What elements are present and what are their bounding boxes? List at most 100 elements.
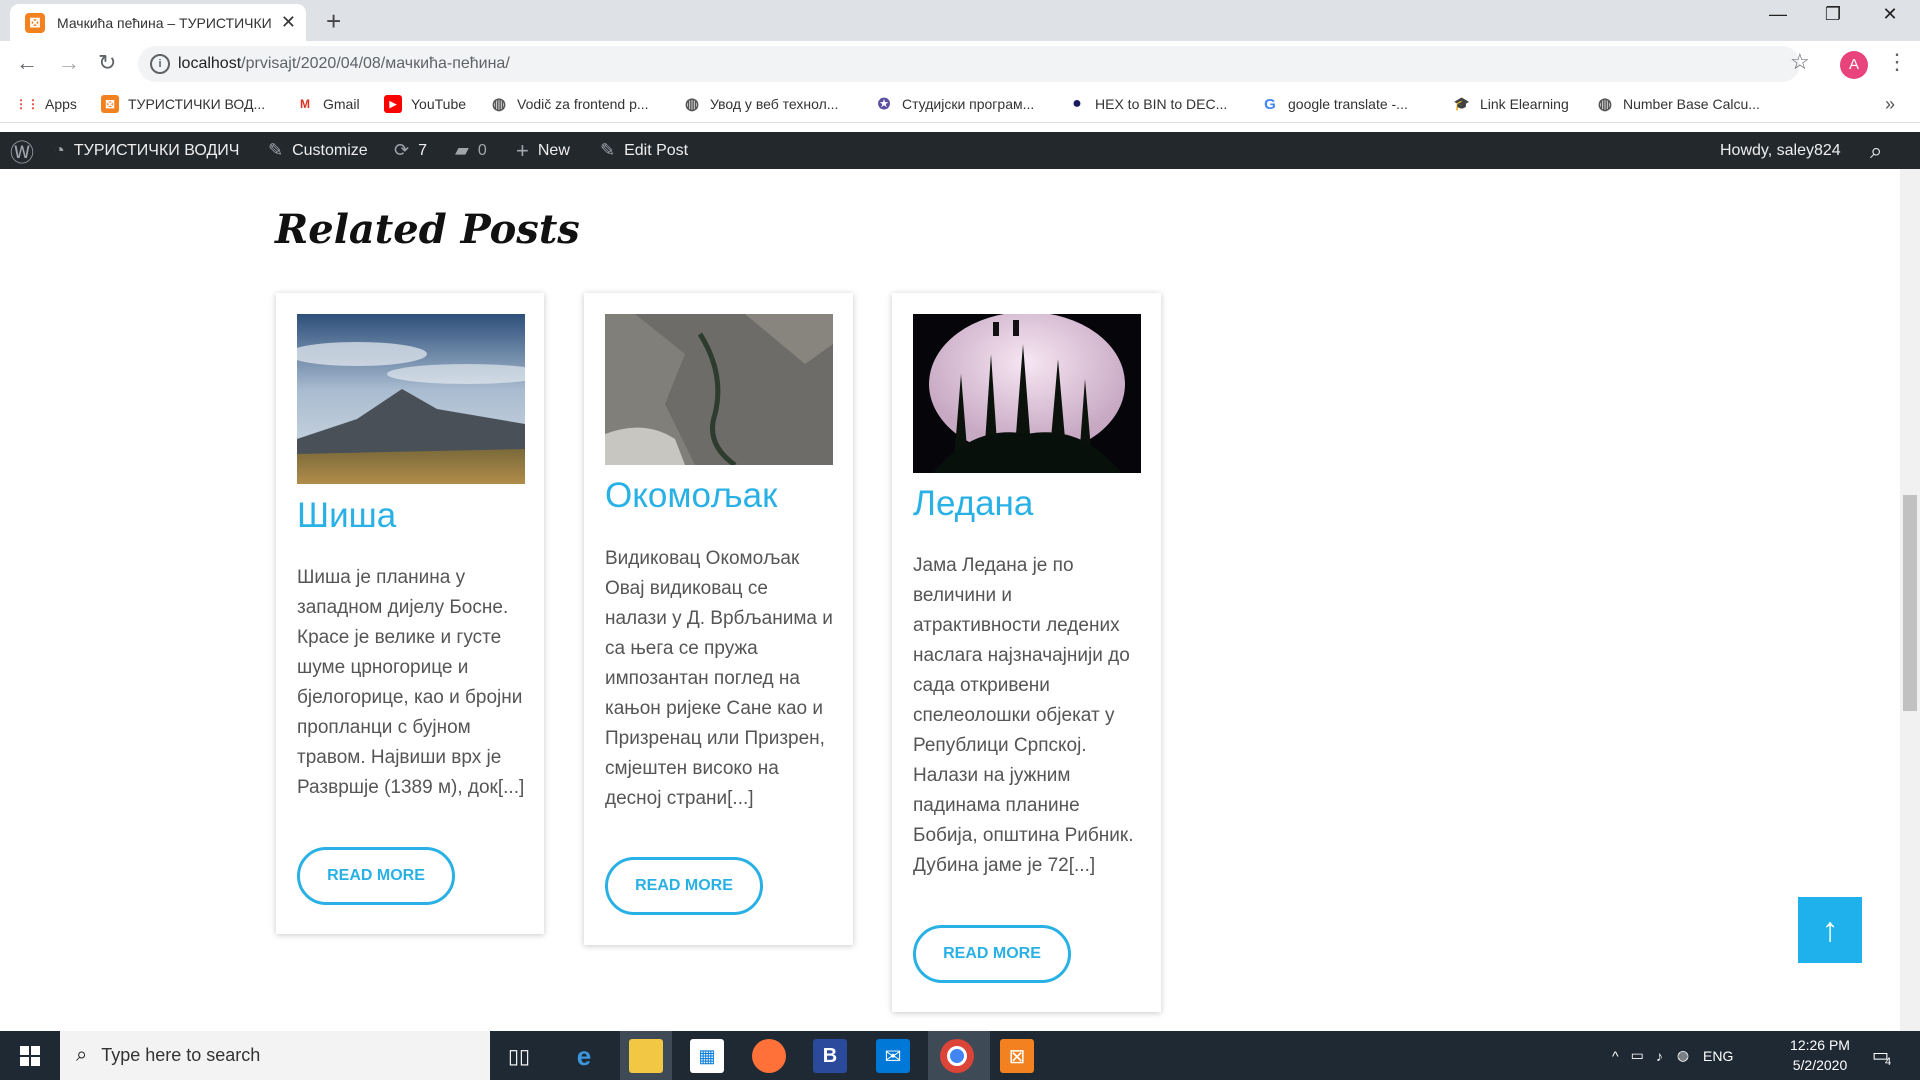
action-center-button[interactable]: ▭ 4	[1872, 1031, 1891, 1080]
site-name-link[interactable]: ◔ ТУРИСТИЧКИ ВОДИЧ	[54, 132, 239, 169]
tab-close-icon[interactable]: ✕	[281, 12, 296, 33]
network-icon[interactable]: ◍	[1677, 1047, 1689, 1064]
bookmark-label: Link Elearning	[1480, 96, 1569, 112]
bookmark-link-elearning[interactable]: 🎓 Link Elearning	[1453, 95, 1569, 113]
language-indicator[interactable]: ENG	[1703, 1048, 1733, 1064]
bookmark-studijski[interactable]: ✪ Студијски програм...	[875, 95, 1035, 113]
reload-button[interactable]: ↻	[98, 50, 116, 76]
window-close-button[interactable]: ✕	[1870, 4, 1910, 25]
updates-link[interactable]: ⟳ 7	[394, 132, 427, 169]
gmail-icon: M	[300, 97, 310, 111]
post-thumbnail-okomoljak[interactable]	[605, 314, 833, 465]
bookmark-number-base[interactable]: ◍ Number Base Calcu...	[1596, 95, 1760, 113]
plus-icon: +	[516, 137, 529, 163]
new-content-link[interactable]: + New	[516, 132, 570, 169]
globe-icon: ◍	[492, 96, 506, 113]
hex-icon: ●	[1072, 95, 1082, 112]
post-card: Ледана Јама Ледана је по величини и атра…	[892, 293, 1161, 1012]
my-account-link[interactable]: Howdy, saley824	[1720, 132, 1841, 169]
taskbar-clock[interactable]: 12:26 PM 5/2/2020	[1775, 1035, 1865, 1075]
pencil-icon: ✎	[600, 140, 616, 160]
post-title-link[interactable]: Окомољак	[605, 476, 777, 516]
bookmark-label: Number Base Calcu...	[1623, 96, 1760, 112]
battery-icon[interactable]: ▭	[1631, 1047, 1644, 1064]
comments-link[interactable]: ▰ 0	[455, 132, 487, 169]
chrome-icon[interactable]	[940, 1039, 974, 1073]
edge-icon[interactable]: e	[567, 1039, 601, 1073]
site-info-icon[interactable]: i	[150, 54, 170, 74]
tab-title: Мачкића пећина – ТУРИСТИЧКИ	[57, 14, 272, 31]
bookmark-youtube[interactable]: ▶ YouTube	[384, 95, 466, 113]
customize-label: Customize	[292, 141, 368, 159]
xampp-icon: ⊠	[25, 12, 45, 33]
youtube-icon: ▶	[384, 95, 402, 113]
bookmark-uvod[interactable]: ◍ Увод у веб технол...	[683, 95, 838, 113]
task-view-icon[interactable]: ▯▯	[502, 1039, 536, 1073]
post-card: Окомољак Видиковац Окомољак Овај видиков…	[584, 293, 853, 945]
xampp-icon: ⊠	[101, 95, 119, 113]
edit-post-link[interactable]: ✎ Edit Post	[600, 132, 688, 169]
wordpress-icon: Ⓦ	[10, 140, 34, 167]
bookmark-apps[interactable]: ⋮⋮ Apps	[15, 95, 77, 113]
store-icon[interactable]: ▦	[690, 1039, 724, 1073]
maximize-button[interactable]: ❐	[1813, 4, 1853, 25]
wp-logo-button[interactable]: Ⓦ	[10, 132, 43, 169]
read-more-button[interactable]: READ MORE	[605, 857, 763, 915]
updates-count: 7	[418, 141, 427, 159]
back-button[interactable]: ←	[16, 50, 38, 76]
search-icon: ⌕	[1870, 137, 1883, 163]
bookmark-label: Apps	[45, 96, 77, 112]
windows-logo-icon	[20, 1045, 40, 1066]
post-thumbnail-shisha[interactable]	[297, 314, 525, 484]
bookmark-turisticki[interactable]: ⊠ ТУРИСТИЧКИ ВОД...	[101, 95, 265, 113]
browser-menu-icon[interactable]: ⋮	[1886, 49, 1908, 75]
firefox-icon[interactable]	[752, 1039, 786, 1073]
post-thumbnail-ledana[interactable]	[913, 314, 1141, 473]
read-more-button[interactable]: READ MORE	[913, 925, 1071, 983]
new-tab-button[interactable]: +	[326, 6, 341, 37]
scrollbar-thumb[interactable]	[1903, 495, 1917, 711]
start-button[interactable]	[0, 1031, 60, 1080]
edit-post-label: Edit Post	[624, 141, 689, 159]
profile-avatar[interactable]: A	[1840, 51, 1868, 79]
bookmark-gmail[interactable]: M Gmail	[296, 95, 360, 113]
b-app-icon[interactable]: B	[813, 1039, 847, 1073]
bookmark-label: Gmail	[323, 96, 360, 112]
globe-icon: ◍	[1598, 96, 1612, 113]
tray-caret-icon[interactable]: ^	[1612, 1048, 1619, 1064]
customize-link[interactable]: ✎ Customize	[268, 132, 368, 169]
xampp-taskbar-icon[interactable]: ⊠	[1000, 1039, 1034, 1073]
bookmark-vodic[interactable]: ◍ Vodič za frontend p...	[490, 95, 649, 113]
google-icon: G	[1264, 95, 1276, 113]
updates-icon: ⟳	[394, 140, 410, 160]
post-excerpt: Јама Ледана је по величини и атрактивнос…	[913, 555, 1134, 876]
taskbar-search-box[interactable]: ⌕ Type here to search	[60, 1031, 490, 1080]
admin-search-button[interactable]: ⌕	[1870, 132, 1891, 169]
bookmark-hex[interactable]: ● HEX to BIN to DEC...	[1068, 95, 1227, 113]
related-posts-heading: Related Posts	[275, 206, 580, 253]
bookmarks-overflow-icon[interactable]: »	[1885, 94, 1895, 115]
tab-strip: ⊠ Мачкића пећина – ТУРИСТИЧКИ ✕ + — ❐ ✕	[0, 0, 1920, 41]
browser-tab[interactable]: ⊠ Мачкића пећина – ТУРИСТИЧКИ ✕	[10, 4, 306, 41]
site-name: ТУРИСТИЧКИ ВОДИЧ	[73, 141, 240, 159]
post-title-link[interactable]: Ледана	[913, 484, 1033, 524]
back-to-top-button[interactable]: ↑	[1798, 897, 1862, 963]
bookmark-label: Увод у веб технол...	[710, 96, 839, 112]
address-bar[interactable]: i localhost/prvisajt/2020/04/08/мачкића-…	[138, 46, 1800, 82]
post-excerpt: Видиковац Окомољак Овај видиковац се нал…	[605, 548, 833, 809]
file-explorer-icon[interactable]	[629, 1039, 663, 1073]
university-icon: ✪	[877, 96, 891, 113]
bookmark-google-translate[interactable]: Ggoogle translate -...	[1261, 95, 1408, 113]
clock-date: 5/2/2020	[1792, 1057, 1848, 1073]
bookmark-label: Vodič za frontend p...	[517, 96, 649, 112]
url-text: localhost/prvisajt/2020/04/08/мачкића-пе…	[178, 55, 510, 73]
volume-icon[interactable]: ♪	[1656, 1048, 1663, 1064]
post-card: Шиша Шиша је планина у западном дијелу Б…	[276, 293, 544, 934]
post-title-link[interactable]: Шиша	[297, 496, 396, 536]
read-more-button[interactable]: READ MORE	[297, 847, 455, 905]
mail-icon[interactable]: ✉	[876, 1039, 910, 1073]
bookmark-label: google translate -...	[1288, 96, 1408, 112]
bookmark-star-icon[interactable]: ☆	[1790, 49, 1810, 75]
minimize-button[interactable]: —	[1758, 4, 1798, 25]
forward-button[interactable]: →	[58, 50, 80, 76]
